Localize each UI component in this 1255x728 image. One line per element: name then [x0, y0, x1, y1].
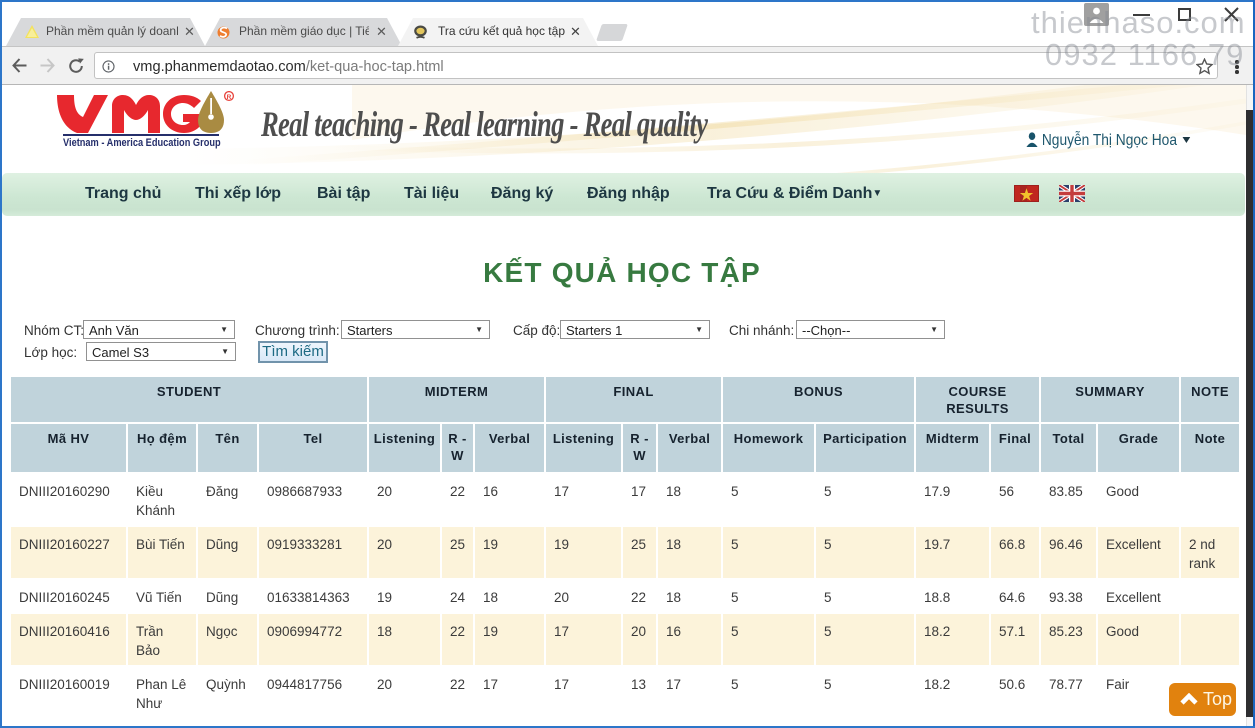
svg-text:R: R: [227, 94, 232, 101]
